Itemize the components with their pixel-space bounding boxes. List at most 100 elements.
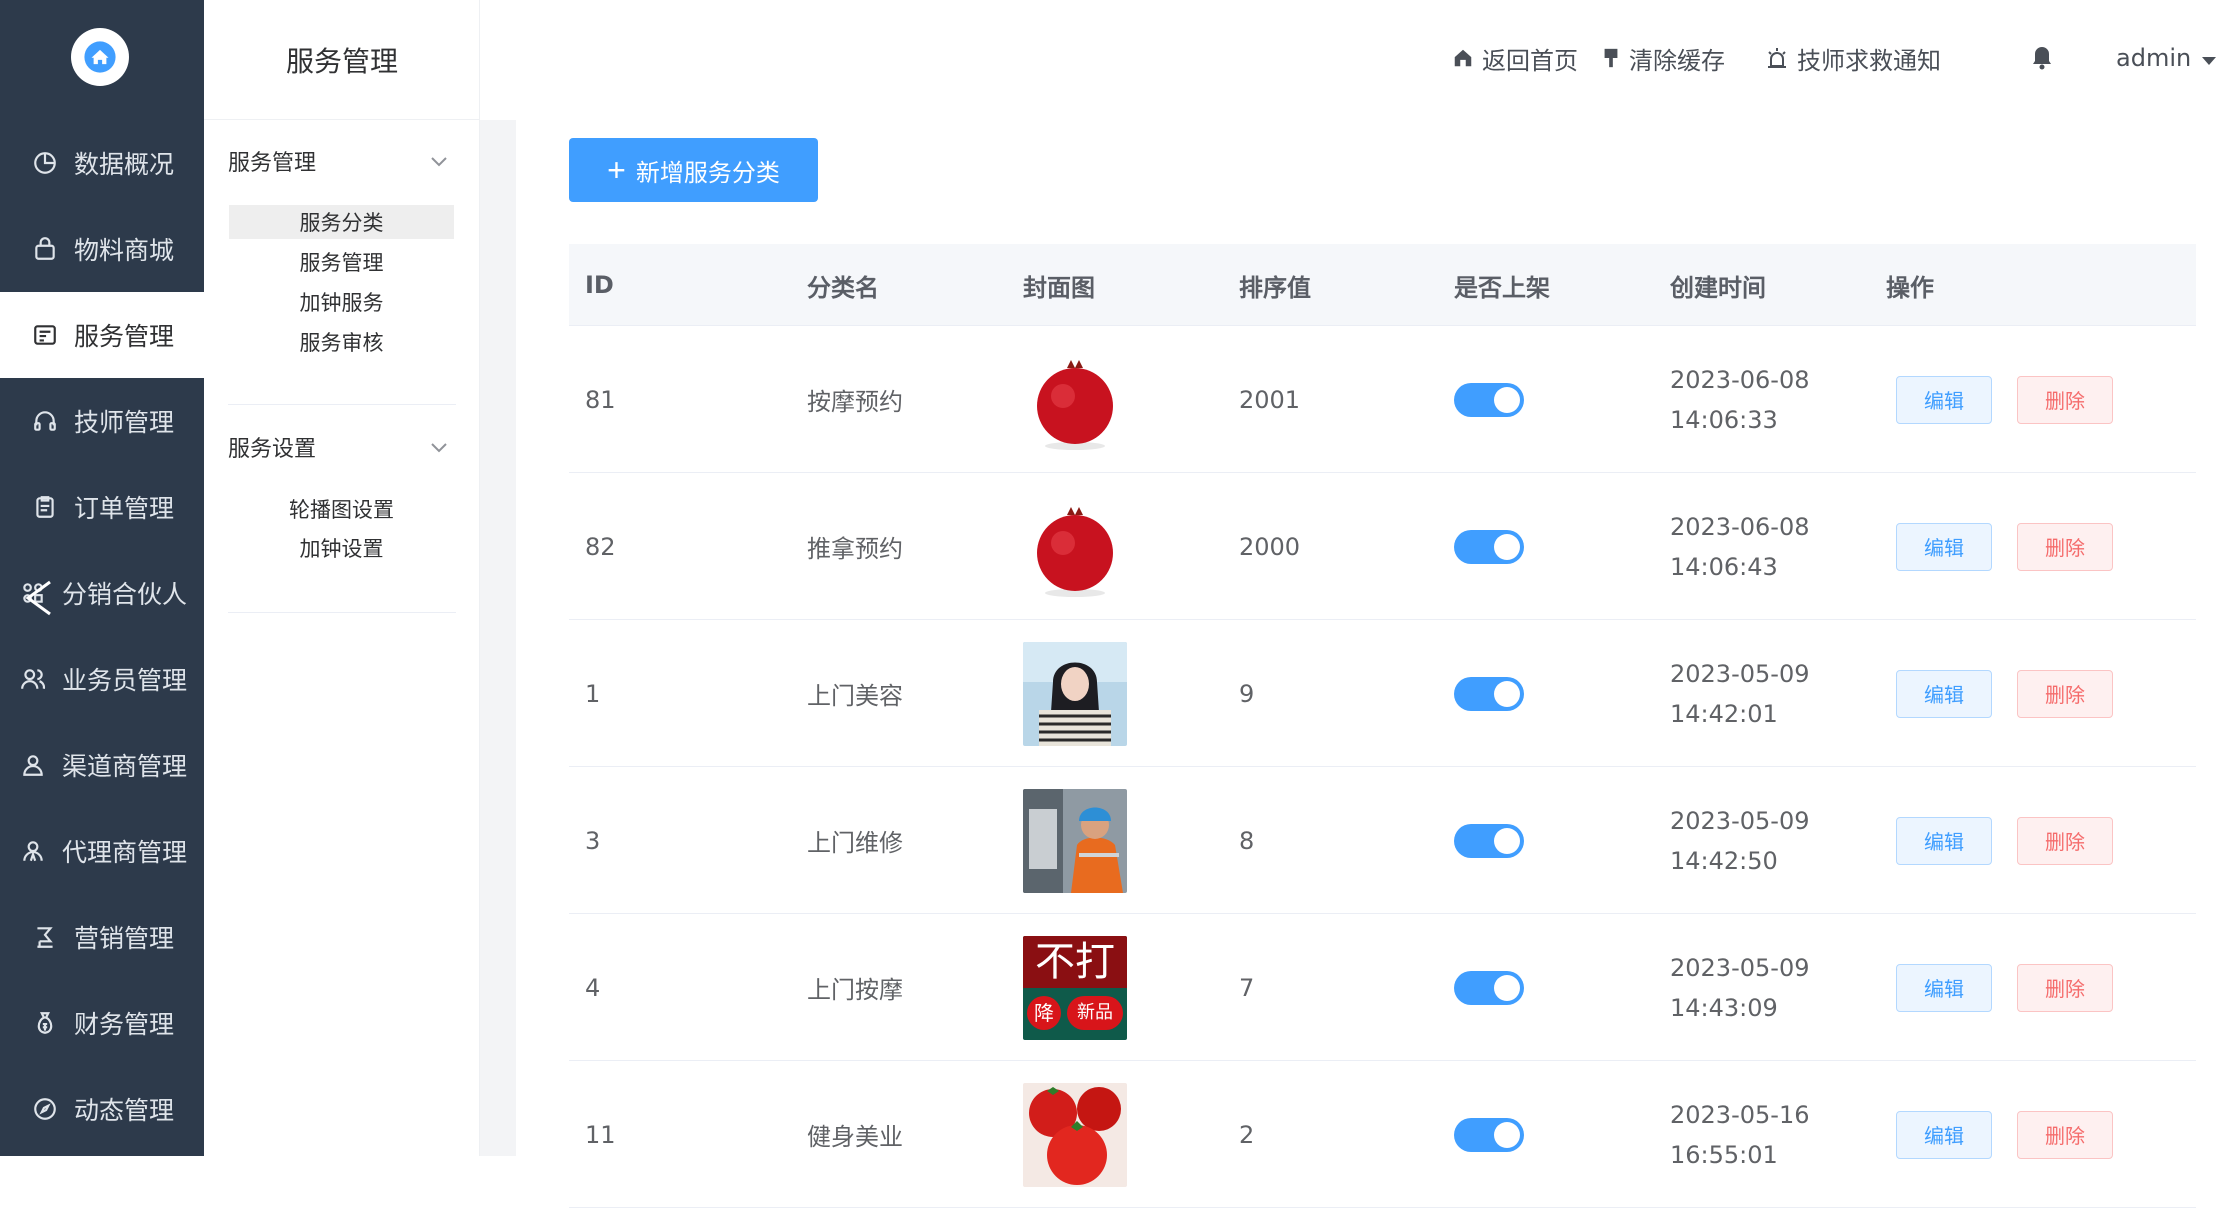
pie-chart-icon	[30, 148, 60, 178]
add-button-label: 新增服务分类	[635, 159, 780, 187]
sidebar-item-service[interactable]: 服务管理	[0, 292, 204, 378]
sidebar-item-label: 代理商管理	[62, 838, 188, 867]
delete-button[interactable]: 删除	[2017, 669, 2113, 718]
sidebar-item-agent[interactable]: 代理商管理	[0, 808, 204, 894]
headset-icon	[30, 406, 60, 436]
rescue-notice-label: 技师求救通知	[1797, 46, 1941, 75]
promo-banner-headline: 不打	[1023, 935, 1127, 988]
table-row: 11 健身美业 2 2023-05-16 16:55:01 编辑 删除	[569, 1061, 2196, 1208]
sidebar-item-material-mall[interactable]: 物料商城	[0, 206, 204, 292]
submenu-divider	[228, 612, 456, 613]
delete-button[interactable]: 删除	[2017, 816, 2113, 865]
created-date: 2023-06-08	[1670, 365, 1810, 394]
rescue-notice-link[interactable]: 技师求救通知	[1765, 40, 1941, 76]
created-date: 2023-05-09	[1670, 659, 1810, 688]
cell-cover: 不打 降 新品	[1023, 914, 1127, 1061]
cell-name: 上门按摩	[807, 976, 903, 1004]
on-shelf-toggle[interactable]	[1454, 970, 1524, 1005]
sidebar-item-label: 数据概况	[74, 150, 175, 179]
edit-button[interactable]: 编辑	[1896, 816, 1992, 865]
cell-name: 按摩预约	[807, 388, 903, 416]
users-icon	[18, 664, 48, 694]
submenu-group-service-management[interactable]: 服务管理	[228, 141, 448, 181]
sidebar-item-salesman[interactable]: 业务员管理	[0, 636, 204, 722]
delete-button[interactable]: 删除	[2017, 375, 2113, 424]
table-row: 4 上门按摩 不打 降 新品 7 2023-05-09 14:43:09 编辑 …	[569, 914, 2196, 1061]
sidebar-item-technician[interactable]: 技师管理	[0, 378, 204, 464]
table-row: 3 上门维修 8 2023-05-09 14:42:50 编辑 删除	[569, 767, 2196, 914]
cell-on-shelf	[1454, 326, 1524, 473]
cell-on-shelf	[1454, 767, 1524, 914]
submenu-item-service-review[interactable]: 服务审核	[229, 325, 454, 359]
home-icon	[1452, 47, 1474, 69]
on-shelf-toggle[interactable]	[1454, 823, 1524, 858]
edit-button[interactable]: 编辑	[1896, 963, 1992, 1012]
repair-worker-image[interactable]	[1023, 788, 1127, 893]
sidebar-item-dynamics[interactable]: 动态管理	[0, 1066, 204, 1152]
submenu-group-label: 服务管理	[228, 151, 317, 176]
submenu-group-service-settings[interactable]: 服务设置	[228, 427, 448, 467]
chevron-down-icon	[430, 435, 448, 460]
cell-on-shelf	[1454, 620, 1524, 767]
promo-banner-image[interactable]: 不打 降 新品	[1023, 935, 1127, 1040]
alarm-light-icon	[1765, 46, 1789, 70]
content-gutter	[480, 120, 516, 1156]
add-service-category-button[interactable]: + 新增服务分类	[569, 138, 818, 202]
sidebar-item-overview[interactable]: 数据概况	[0, 120, 204, 206]
cell-cover	[1023, 620, 1127, 767]
sidebar-item-orders[interactable]: 订单管理	[0, 464, 204, 550]
submenu-item-service-category[interactable]: 服务分类	[229, 205, 454, 239]
sidebar-item-marketing[interactable]: 营销管理	[0, 894, 204, 980]
submenu-item-banner-settings[interactable]: 轮播图设置	[229, 492, 454, 526]
main-sidebar: 数据概况 物料商城 服务管理 技师管理 订单管理 分销合伙人 业务员管理 渠道商…	[0, 0, 204, 1156]
woman-portrait-image[interactable]	[1023, 641, 1127, 746]
delete-button[interactable]: 删除	[2017, 1110, 2113, 1159]
edit-button[interactable]: 编辑	[1896, 669, 1992, 718]
created-time: 14:42:50	[1670, 846, 1778, 875]
delete-button[interactable]: 删除	[2017, 963, 2113, 1012]
submenu-group-label: 服务设置	[228, 437, 317, 462]
sidebar-item-channel[interactable]: 渠道商管理	[0, 722, 204, 808]
on-shelf-toggle[interactable]	[1454, 676, 1524, 711]
sidebar-item-label: 技师管理	[74, 408, 175, 437]
cell-sort: 2	[1239, 1120, 1255, 1149]
edit-button[interactable]: 编辑	[1896, 522, 1992, 571]
submenu-item-overtime-settings[interactable]: 加钟设置	[229, 531, 454, 565]
back-home-label: 返回首页	[1482, 46, 1578, 75]
back-home-link[interactable]: 返回首页	[1452, 40, 1578, 76]
on-shelf-toggle[interactable]	[1454, 1117, 1524, 1152]
cell-actions: 编辑 删除	[1896, 1061, 2113, 1208]
submenu-item-service-management[interactable]: 服务管理	[229, 245, 454, 279]
on-shelf-toggle[interactable]	[1454, 382, 1524, 417]
chevron-down-icon	[430, 149, 448, 174]
cell-on-shelf	[1454, 473, 1524, 620]
sidebar-item-label: 分销合伙人	[62, 580, 188, 609]
cell-name: 健身美业	[807, 1123, 903, 1151]
edit-button[interactable]: 编辑	[1896, 375, 1992, 424]
delete-button[interactable]: 删除	[2017, 522, 2113, 571]
user-menu[interactable]: admin	[2116, 40, 2217, 76]
created-time: 14:42:01	[1670, 699, 1778, 728]
created-date: 2023-06-08	[1670, 512, 1810, 541]
submenu-item-overtime-service[interactable]: 加钟服务	[229, 285, 454, 319]
cell-id: 11	[585, 1120, 616, 1149]
on-shelf-toggle[interactable]	[1454, 529, 1524, 564]
sidebar-item-label: 营销管理	[74, 924, 175, 953]
column-header-created: 创建时间	[1670, 273, 1766, 302]
pomegranate-image[interactable]	[1023, 494, 1127, 599]
edit-button[interactable]: 编辑	[1896, 1110, 1992, 1159]
sidebar-item-finance[interactable]: 财务管理	[0, 980, 204, 1066]
chevron-left-icon[interactable]	[18, 578, 58, 618]
sidebar-item-label: 服务管理	[74, 322, 175, 351]
created-date: 2023-05-09	[1670, 953, 1810, 982]
clear-cache-label: 清除缓存	[1629, 46, 1725, 75]
tomatoes-image[interactable]	[1023, 1082, 1127, 1187]
pomegranate-image[interactable]	[1023, 347, 1127, 452]
bell-icon[interactable]	[2030, 40, 2054, 76]
cell-cover	[1023, 473, 1127, 620]
column-header-id: ID	[585, 271, 614, 299]
clear-cache-link[interactable]: 清除缓存	[1601, 40, 1725, 76]
home-logo-icon[interactable]	[71, 28, 129, 86]
brush-icon	[1601, 47, 1621, 69]
submenu-divider	[228, 404, 456, 405]
